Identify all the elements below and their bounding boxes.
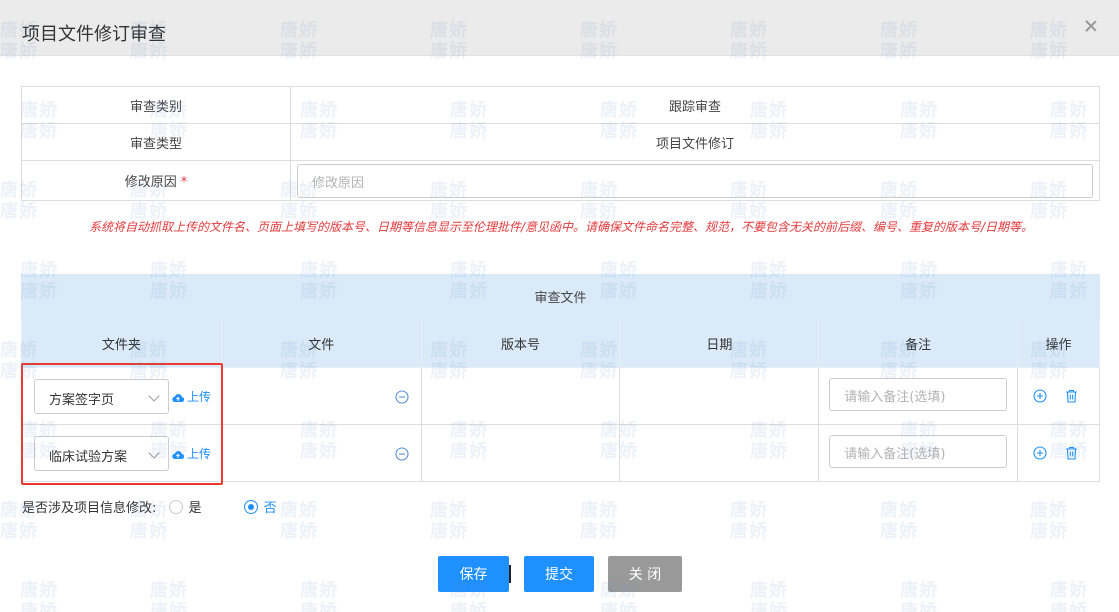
info-label: 审查类型 [21,123,291,161]
highlight-box [21,363,223,485]
review-info-table: 审查类别 跟踪审查 审查类型 项目文件修订 修改原因 * [21,86,1100,201]
add-row-icon[interactable] [1033,389,1047,407]
info-row: 审查类别 跟踪审查 [21,86,1100,124]
close-button[interactable]: 关 闭 [608,556,682,592]
add-row-icon[interactable] [1033,446,1047,464]
actions-cell [1017,367,1100,425]
watermark: 唐娇唐娇 [150,580,188,612]
version-cell[interactable] [420,367,621,425]
watermark: 唐娇唐娇 [900,580,938,612]
submit-button[interactable]: 提交 [524,556,594,592]
version-cell[interactable] [420,424,621,482]
file-cell [220,424,422,482]
header-actions: 操作 [1017,318,1100,368]
watermark: 唐娇唐娇 [880,500,918,542]
date-cell[interactable] [619,424,820,482]
project-info-change-group: 是否涉及项目信息修改: 是 否 [22,497,307,516]
info-value: 项目文件修订 [290,123,1100,161]
remove-file-icon[interactable] [395,390,409,408]
text-cursor [509,565,511,583]
reason-label: 修改原因 [124,175,177,190]
reason-input-cell [290,160,1100,201]
header-folder: 文件夹 [21,318,222,368]
file-cell [220,367,422,425]
project-info-change-label: 是否涉及项目信息修改: [22,501,157,516]
actions-cell [1017,424,1100,482]
radio-no[interactable] [243,499,258,514]
radio-yes[interactable] [168,499,183,514]
header-date: 日期 [619,318,820,368]
watermark: 唐娇唐娇 [430,500,468,542]
dialog-title: 项目文件修订审查 [22,24,166,45]
date-cell[interactable] [619,367,820,425]
info-row: 审查类型 项目文件修订 [21,123,1100,161]
radio-no-label[interactable]: 否 [264,501,277,516]
info-row-reason: 修改原因 * [21,160,1100,201]
note-input[interactable] [829,435,1008,468]
delete-row-icon[interactable] [1065,446,1078,464]
warning-text: 系统将自动抓取上传的文件名、页面上填写的版本号、日期等信息显示至伦理批件/意见函… [88,220,1034,234]
note-cell [818,424,1019,482]
dialog-titlebar: 项目文件修订审查 [0,0,1119,56]
close-icon[interactable] [1083,18,1099,34]
header-file: 文件 [220,318,422,368]
remove-file-icon[interactable] [395,447,409,465]
watermark: 唐娇唐娇 [750,580,788,612]
note-input[interactable] [829,378,1008,411]
delete-row-icon[interactable] [1065,389,1078,407]
watermark: 唐娇唐娇 [580,500,618,542]
table-caption-row: 审查文件 [21,274,1100,319]
watermark: 唐娇唐娇 [730,500,768,542]
reason-label-cell: 修改原因 * [21,160,291,201]
watermark: 唐娇唐娇 [300,580,338,612]
info-label: 审查类别 [21,86,291,124]
info-value: 跟踪审查 [290,86,1100,124]
reason-input[interactable] [297,163,1093,198]
watermark: 唐娇唐娇 [20,580,58,612]
save-button[interactable]: 保存 [438,556,509,592]
table-header-row: 文件夹 文件 版本号 日期 备注 操作 [21,318,1100,368]
radio-yes-label[interactable]: 是 [189,501,202,516]
table-caption: 审查文件 [21,274,1100,319]
header-version: 版本号 [420,318,621,368]
required-mark: * [180,175,188,190]
note-cell [818,367,1019,425]
watermark: 唐娇唐娇 [1030,500,1068,542]
header-note: 备注 [818,318,1019,368]
watermark: 唐娇唐娇 [1050,580,1088,612]
